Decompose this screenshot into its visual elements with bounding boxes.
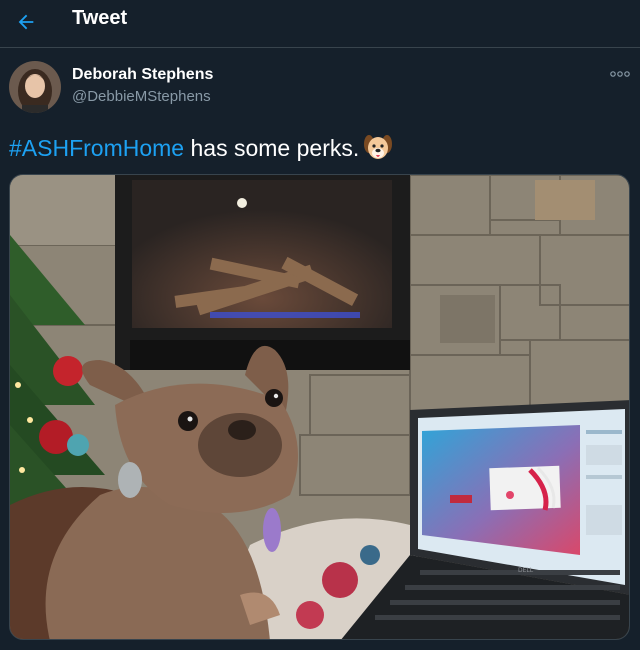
hashtag-link[interactable]: #ASHFromHome <box>9 135 184 161</box>
dog-face-emoji <box>363 132 393 168</box>
more-icon <box>610 71 630 77</box>
back-button[interactable] <box>8 4 44 40</box>
author-handle[interactable]: @DebbieMStephens <box>72 88 211 105</box>
tweet-body: has some perks. <box>184 135 360 161</box>
tweet-photo[interactable]: DELL <box>9 174 630 640</box>
more-button[interactable] <box>606 64 634 84</box>
tweet-text: #ASHFromHome has some perks. <box>9 132 393 168</box>
author-name[interactable]: Deborah Stephens <box>72 66 213 84</box>
svg-text:DELL: DELL <box>518 567 534 574</box>
arrow-left-icon <box>18 14 34 30</box>
tweet-header: Tweet <box>0 0 640 48</box>
avatar[interactable] <box>9 61 61 113</box>
page-title: Tweet <box>72 7 128 29</box>
